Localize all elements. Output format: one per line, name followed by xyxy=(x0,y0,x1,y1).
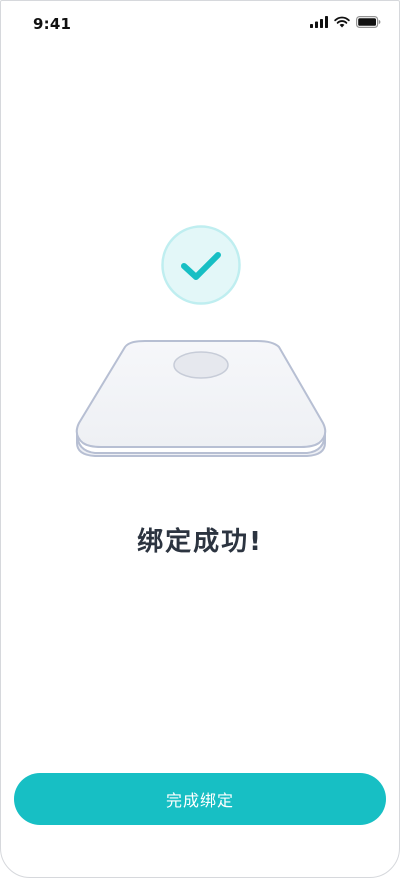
battery-icon xyxy=(356,16,381,28)
finish-binding-button[interactable]: 完成绑定 xyxy=(14,773,386,825)
status-time: 9:41 xyxy=(33,15,72,33)
wifi-icon xyxy=(334,16,350,28)
checkmark-icon xyxy=(161,225,241,305)
status-icons xyxy=(310,16,381,28)
signal-icon xyxy=(310,16,328,28)
success-title: 绑定成功! xyxy=(137,527,263,557)
smart-scale-icon xyxy=(73,339,329,463)
binding-success-screen: 9:41 绑定成功! 完成绑定 xyxy=(0,0,400,878)
status-bar: 9:41 xyxy=(1,1,399,49)
